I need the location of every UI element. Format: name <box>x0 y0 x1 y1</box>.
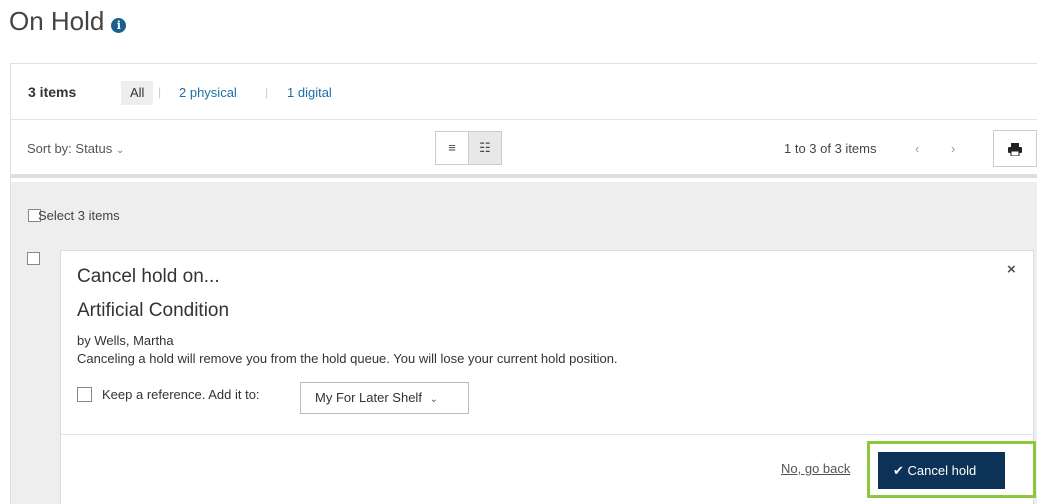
sort-label: Sort by: Status <box>27 141 113 156</box>
shelf-select[interactable]: My For Later Shelf ⌄ <box>300 382 469 414</box>
prev-page-icon[interactable]: ‹ <box>915 141 919 156</box>
sort-dropdown[interactable]: Sort by: Status ⌄ <box>27 141 124 156</box>
sort-toolbar: Sort by: Status ⌄ ≡ ☷ 1 to 3 of 3 items … <box>11 121 1037 178</box>
holds-panel: 3 items All | 2 physical | 1 digital Sor… <box>10 63 1037 504</box>
page-title-text: On Hold <box>9 6 105 36</box>
filter-all[interactable]: All <box>121 81 154 105</box>
shelf-select-value: My For Later Shelf <box>315 390 422 405</box>
page-title: On Hold i <box>9 6 127 37</box>
no-go-back-link[interactable]: No, go back <box>781 461 850 476</box>
next-page-icon[interactable]: › <box>951 141 955 156</box>
close-icon[interactable]: × <box>1007 261 1016 278</box>
book-author: by Wells, Martha <box>77 333 174 348</box>
book-title: Artificial Condition <box>77 300 230 321</box>
print-button[interactable] <box>993 130 1037 167</box>
info-icon[interactable]: i <box>111 18 127 33</box>
dialog-heading: Cancel hold on... <box>77 266 220 287</box>
pagination-text: 1 to 3 of 3 items <box>784 141 877 156</box>
cancel-hold-dialog: Cancel hold on... × Artificial Condition… <box>60 250 1036 504</box>
filter-digital[interactable]: 1 digital <box>287 85 332 100</box>
filter-physical[interactable]: 2 physical <box>179 85 237 100</box>
filter-bar: 3 items All | 2 physical | 1 digital <box>11 64 1037 120</box>
item-count: 3 items <box>28 84 77 100</box>
keep-reference-checkbox[interactable] <box>77 387 92 402</box>
chevron-down-icon: ⌄ <box>429 394 438 405</box>
filter-separator: | <box>158 85 162 99</box>
detail-view-icon: ☷ <box>479 140 491 155</box>
checkmark-icon: ✔ <box>893 463 904 478</box>
cancel-hold-button[interactable]: ✔ Cancel hold <box>878 452 1005 489</box>
detail-view-button[interactable]: ☷ <box>468 131 502 165</box>
cancel-hold-highlight: ✔ Cancel hold <box>867 441 1036 498</box>
keep-reference-label: Keep a reference. Add it to: <box>102 387 260 402</box>
select-all-label: Select 3 items <box>38 208 120 223</box>
list-view-button[interactable]: ≡ <box>435 131 469 165</box>
cancel-hold-label: Cancel hold <box>907 463 977 478</box>
dialog-divider <box>61 434 1033 435</box>
filter-separator: | <box>265 85 269 99</box>
holds-list: Select 3 items Cancel hold on... × Artif… <box>11 182 1037 504</box>
cancel-warning-message: Canceling a hold will remove you from th… <box>77 351 618 366</box>
chevron-down-icon: ⌄ <box>115 145 125 156</box>
list-view-icon: ≡ <box>448 140 456 155</box>
print-icon <box>1008 143 1022 156</box>
item-checkbox[interactable] <box>27 252 40 265</box>
